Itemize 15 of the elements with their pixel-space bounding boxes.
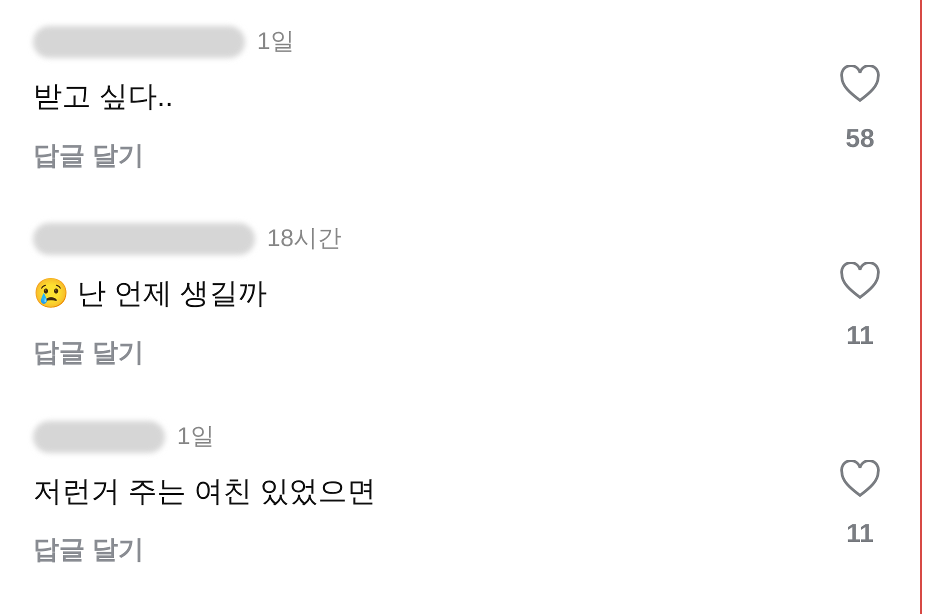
comment-text: 저런거 주는 여친 있었으면 — [33, 474, 378, 510]
like-count: 58 — [846, 122, 874, 155]
like-count: 11 — [846, 516, 874, 550]
like-count: 11 — [846, 319, 874, 352]
comment-time: 18시간 — [267, 224, 342, 254]
like-heart-icon[interactable] — [839, 262, 881, 300]
reply-button[interactable]: 답글 달기 — [33, 332, 144, 372]
comment-text: 받고 싶다.. — [33, 80, 174, 115]
comment-time: 1일 — [177, 422, 214, 452]
comment-text: 😢 난 언제 생길까 — [33, 277, 268, 312]
comment-time: 1일 — [257, 27, 294, 57]
like-heart-icon[interactable] — [839, 65, 881, 103]
like-heart-icon[interactable] — [839, 460, 881, 498]
reply-button[interactable]: 답글 달기 — [33, 136, 144, 174]
reply-button[interactable]: 답글 달기 — [33, 530, 144, 570]
